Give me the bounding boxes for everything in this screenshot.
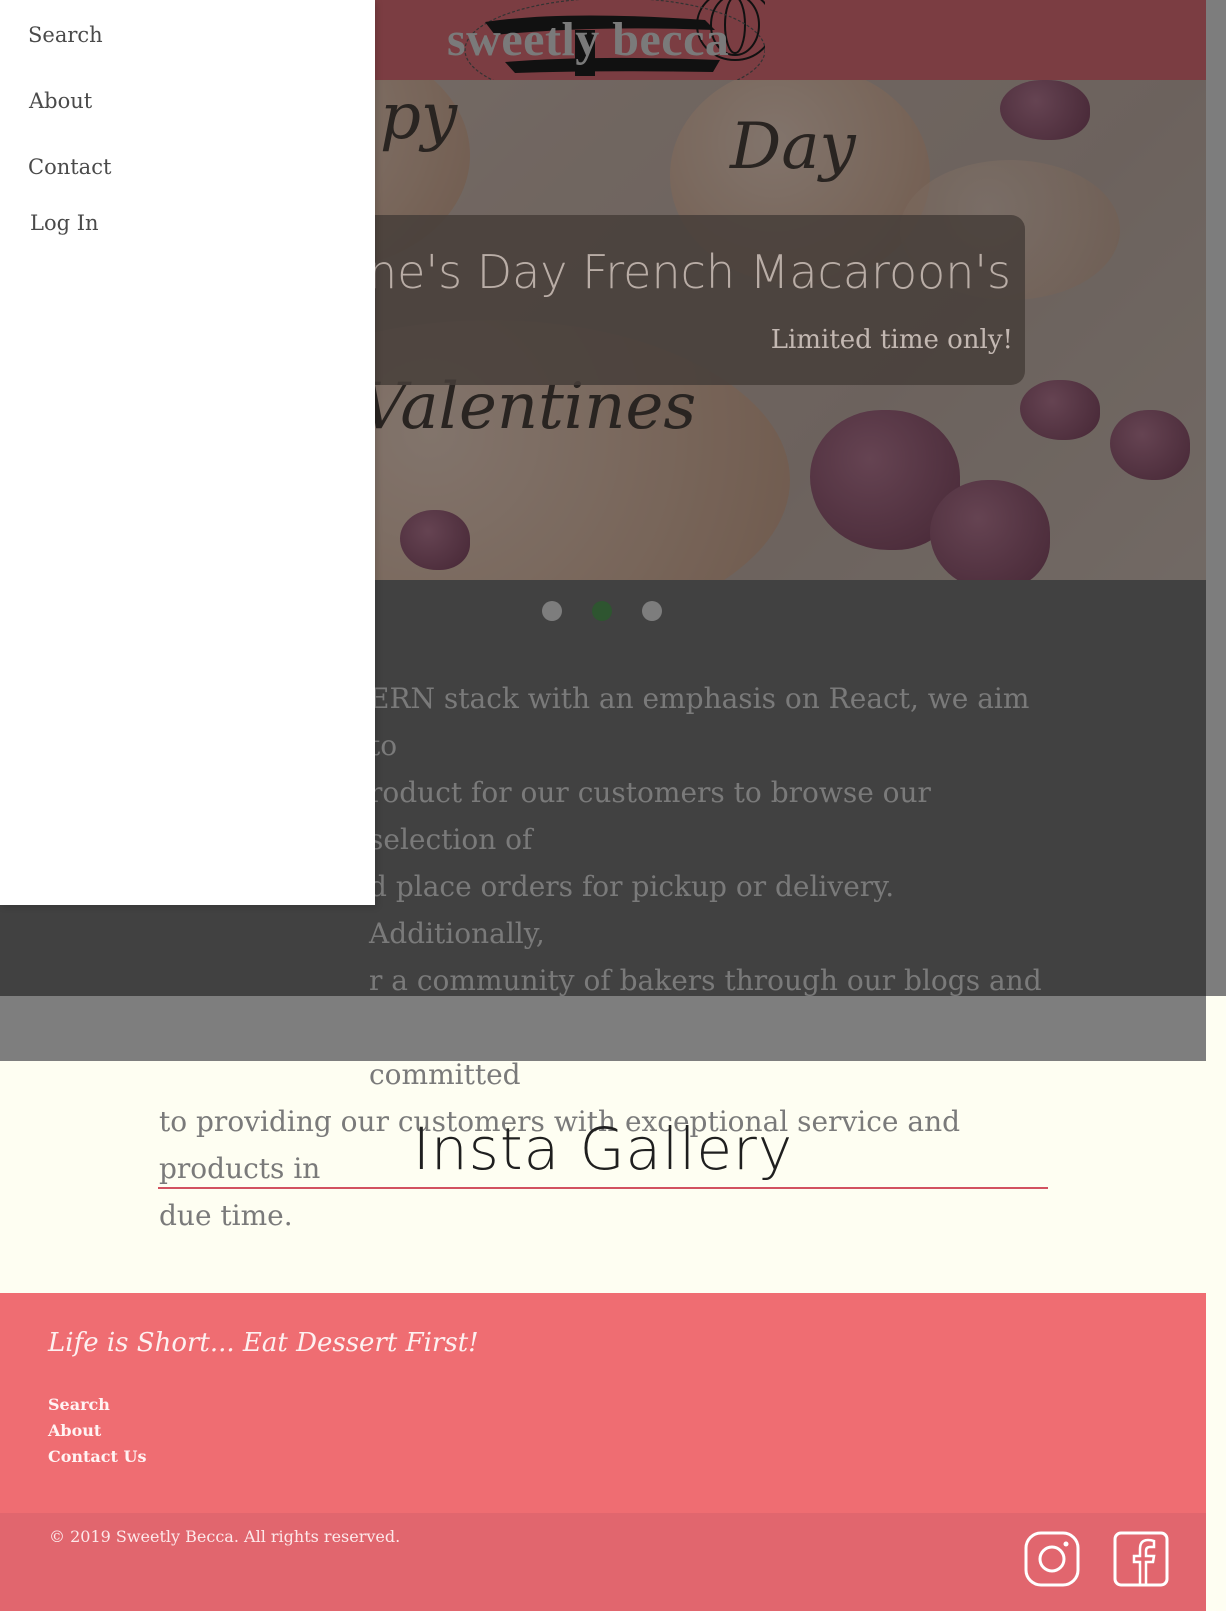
footer-link-about[interactable]: About <box>48 1421 101 1440</box>
drawer-item-contact[interactable]: Contact <box>28 155 111 179</box>
drawer-item-search[interactable]: Search <box>28 23 103 47</box>
caption-title: ntine's Day French Macaroon's <box>308 245 1011 299</box>
gallery-divider <box>158 1187 1048 1189</box>
drawer-item-login[interactable]: Log In <box>30 211 99 235</box>
about-line: due time. <box>159 1199 293 1232</box>
carousel-dot[interactable] <box>642 601 662 621</box>
footer-link-contact[interactable]: Contact Us <box>48 1447 146 1466</box>
copyright-text: © 2019 Sweetly Becca. All rights reserve… <box>49 1527 401 1546</box>
caption-subtitle: Limited time only! <box>770 325 1013 355</box>
gallery-title: Insta Gallery <box>412 1115 794 1183</box>
footer-link-search[interactable]: Search <box>48 1395 110 1414</box>
overlay-band <box>0 996 1206 1061</box>
facebook-icon[interactable] <box>1112 1530 1170 1588</box>
footer-tagline: Life is Short... Eat Dessert First! <box>48 1328 479 1358</box>
drawer-item-about[interactable]: About <box>29 89 92 113</box>
footer <box>0 1293 1206 1513</box>
carousel-dot[interactable] <box>542 601 562 621</box>
carousel-dot-active[interactable] <box>592 601 612 621</box>
brand-name[interactable]: sweetly becca <box>447 12 767 67</box>
hero-caption: ntine's Day French Macaroon's Limited ti… <box>300 215 1025 385</box>
instagram-icon[interactable] <box>1023 1530 1081 1588</box>
side-drawer: Search About Contact Log In <box>0 0 375 905</box>
overlay-edge <box>1206 0 1226 996</box>
